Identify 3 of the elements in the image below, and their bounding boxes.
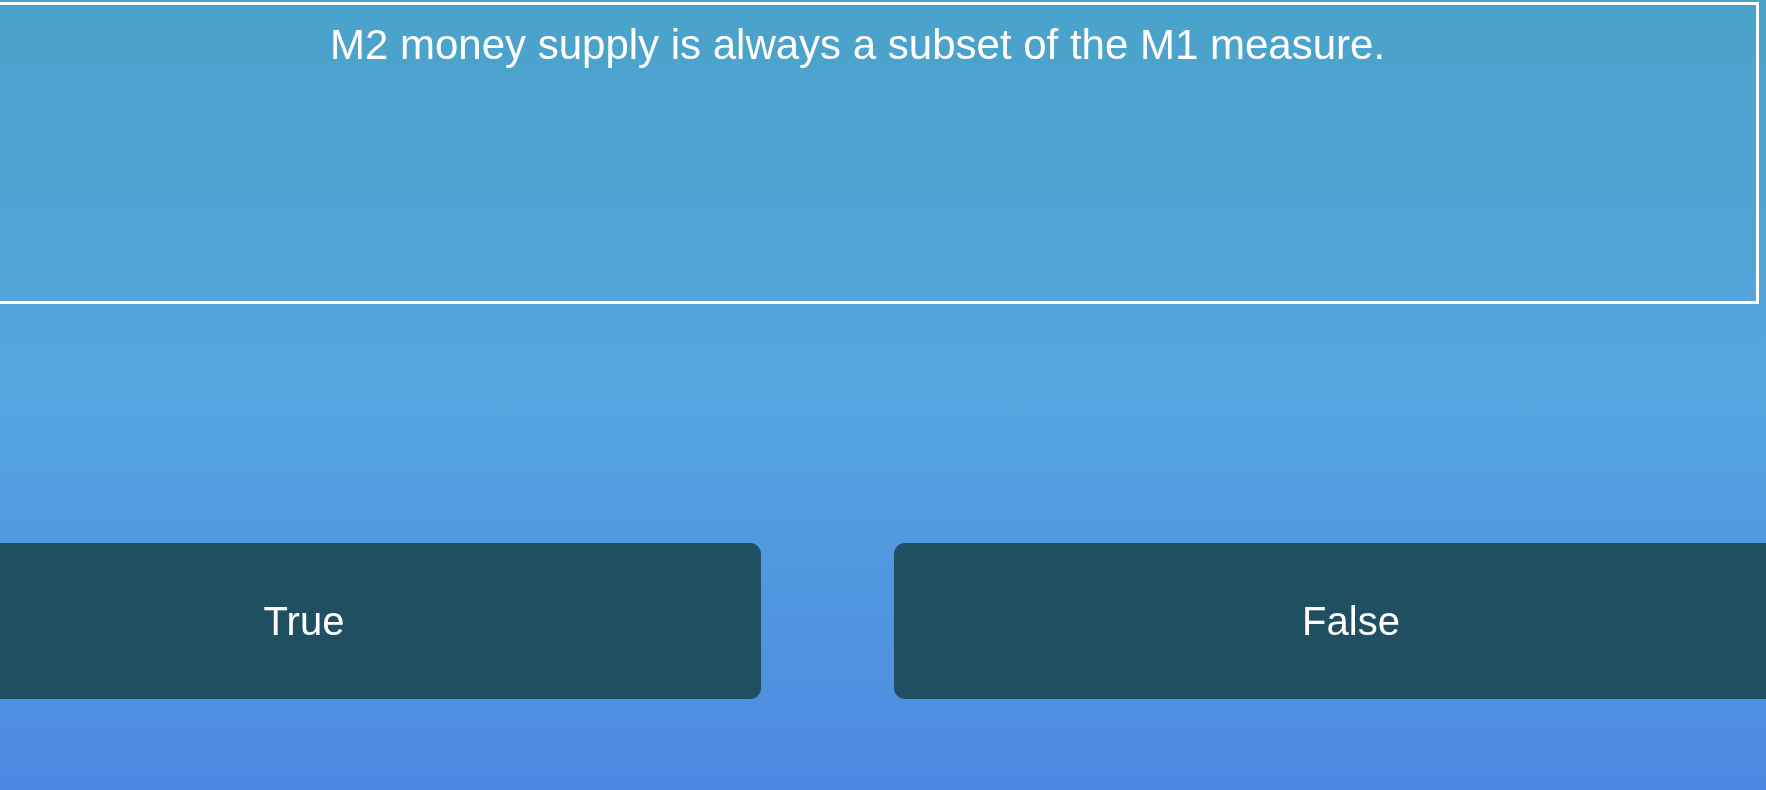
answer-button[interactable]: False bbox=[894, 543, 1766, 699]
question-text: M2 money supply is always a subset of the M1 measure. bbox=[329, 21, 1386, 69]
answer-button[interactable]: True bbox=[0, 543, 761, 699]
